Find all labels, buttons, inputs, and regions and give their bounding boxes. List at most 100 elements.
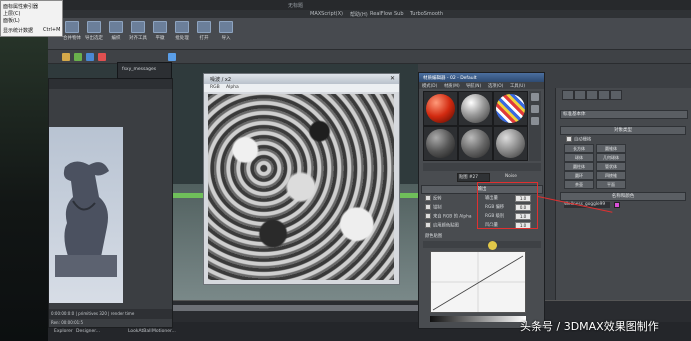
status-designer[interactable]: Designer... [76,329,100,334]
command-panel-tabs [560,90,688,100]
teapot-button[interactable]: 茶壶 [564,180,594,189]
torus-button[interactable]: 圆环 [564,171,594,180]
menu-turbosmooth[interactable]: TurboSmooth [410,11,443,17]
sample-slot[interactable] [458,91,493,126]
move-icon[interactable] [98,53,106,61]
hierarchy-tab[interactable] [586,90,598,100]
highlight-box [477,182,538,229]
render-window-title-bar [49,79,172,89]
mouse-cursor-highlight [488,241,497,250]
invert-checkbox[interactable]: 反转 [425,195,442,202]
material-sphere [426,129,455,158]
messages-title: fsxy_messages [122,67,157,72]
sample-slot[interactable] [423,126,458,161]
display-tab[interactable] [610,90,622,100]
map-name-field[interactable]: 贴图 #27 [457,173,490,182]
mated-menu-navigation[interactable]: 导航(N) [466,83,481,89]
mated-menu-mode[interactable]: 模式(D) [422,83,437,89]
ribbon-open-button[interactable]: 打开 [194,21,214,45]
watermark-text: 头条号 / 3DMAX效果图制作 [520,320,659,333]
unlink-icon[interactable] [74,53,82,61]
menu-item-stats[interactable]: 显示统计数据 [3,27,33,34]
checkbox-icon [425,222,431,228]
status-lookatball[interactable]: LookAtBall [128,329,152,334]
rgb-toggle[interactable]: RGB [210,85,220,90]
ribbon-import-button[interactable]: 导入 [216,21,236,45]
map-type-button[interactable]: Noise [505,174,517,179]
box-button[interactable]: 长方体 [564,144,594,153]
primitive-dropdown[interactable]: 标准基本体 [560,110,688,119]
noise-texture-preview [208,94,394,280]
mated-menu-material[interactable]: 材质(M) [444,83,460,89]
noise-window-title-bar: 噪波 / x2 ✕ [204,74,399,84]
background-icon[interactable] [531,117,539,125]
color-map-curve[interactable] [430,251,526,313]
material-sphere [496,94,525,123]
object-type-header[interactable]: 对象类型 [560,126,686,135]
menu-item-shortcut: Ctrl+M [43,27,61,33]
open-icon [197,21,211,33]
sample-slot[interactable] [423,91,458,126]
menu-item-up[interactable]: 上层(C) [3,10,20,17]
material-editor-title: 材质编辑器 - 02 - Default [423,76,477,81]
geosphere-button[interactable]: 几何球体 [596,153,626,162]
clamp-checkbox[interactable]: 钳制 [425,204,442,211]
sample-side-toolbar [529,91,541,161]
statue-silhouette [55,161,117,277]
checkbox-icon [566,136,572,142]
ribbon-flatten-button[interactable]: 平徽 [150,21,170,45]
alpha-toggle[interactable]: Alpha [226,85,239,90]
backlight-icon[interactable] [531,105,539,113]
modify-tab[interactable] [574,90,586,100]
snap-icon[interactable] [168,53,176,61]
pyramid-button[interactable]: 四棱锥 [596,171,626,180]
noise-window-title: 噪波 / x2 [210,77,232,83]
menu-realflow[interactable]: RealFlow [370,11,392,17]
plane-button[interactable]: 平面 [596,180,626,189]
max-menubar: MAXScript(X) 帮助(H) RealFlow Sub TurboSmo… [48,10,691,18]
mated-menu-utilities[interactable]: 工具(U) [510,83,525,89]
merge-icon [65,21,79,33]
cylinder-button[interactable]: 圆柱体 [564,162,594,171]
sample-slot[interactable] [458,126,493,161]
ribbon-merge-button[interactable]: 合并物体 [62,21,82,45]
tube-button[interactable]: 管状体 [596,162,626,171]
sample-slot[interactable] [493,126,528,161]
ribbon-batch-button[interactable]: 批处理 [172,21,192,45]
menu-maxscript[interactable]: MAXScript(X) [310,11,343,17]
ribbon-export-button[interactable]: 导出选定 [84,21,104,45]
max-title-text: 无标题 [288,3,304,9]
cone-button[interactable]: 圆锥体 [596,144,626,153]
material-sphere [461,94,490,123]
status-explorer[interactable]: Explorer [54,329,73,334]
render-frame-window: 0:00:00:0:0 | primitives 320 | render ti… [48,78,173,328]
sphere-button[interactable]: 球体 [564,153,594,162]
menu-help[interactable]: 帮助(H) [350,11,368,18]
mated-menu-options[interactable]: 选项(O) [488,83,503,89]
context-menu-popup: 面标属性索引器 上层(C) 面板(L) 显示统计数据 Ctrl+M [0,0,63,37]
link-icon[interactable] [62,53,70,61]
curve-toolbar [423,241,541,248]
create-tab[interactable] [562,90,574,100]
status-motioner[interactable]: Motioner... [152,329,176,334]
sample-type-icon[interactable] [531,93,539,101]
flatten-icon [153,21,167,33]
motion-tab[interactable] [598,90,610,100]
menu-sub[interactable]: Sub [394,11,404,17]
menu-item-index[interactable]: 面标属性索引器 [3,3,38,10]
object-color-swatch[interactable] [614,202,620,208]
alpha-from-rgb-checkbox[interactable]: 来自 RGB 的 Alpha [425,213,471,220]
close-icon[interactable]: ✕ [390,75,395,82]
ribbon-align-button[interactable]: 对齐工具 [128,21,148,45]
material-sphere [426,94,455,123]
color-map-label: 颜色贴图 [425,234,443,239]
enable-color-map-checkbox[interactable]: 启用颜色贴图 [425,222,459,229]
render-time-text: Ren: 00:00:01:5 [51,320,84,325]
menu-item-panel[interactable]: 面板(L) [3,17,20,24]
name-color-header[interactable]: 名称和颜色 [560,192,686,201]
sample-slot[interactable] [493,91,528,126]
select-icon[interactable] [86,53,94,61]
auto-grid-checkbox[interactable]: 自动栅格 [566,136,591,143]
ribbon-edit-button[interactable]: 编织 [106,21,126,45]
checkbox-icon [425,213,431,219]
